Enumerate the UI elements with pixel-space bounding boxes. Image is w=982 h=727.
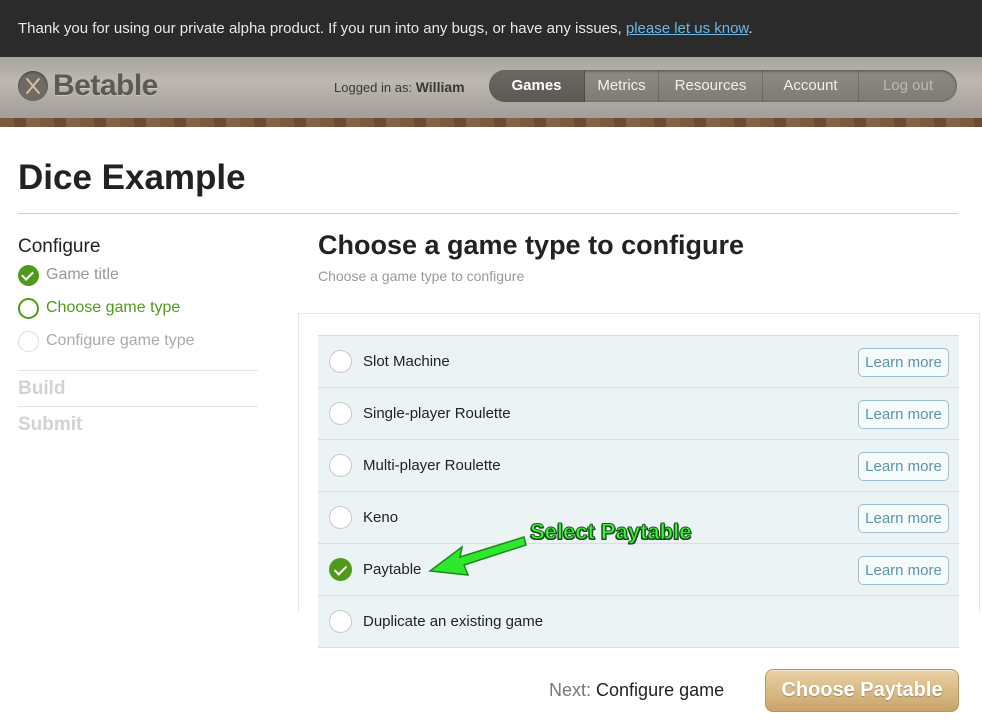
section-subtitle: Choose a game type to configure: [318, 268, 525, 284]
logged-in-label: Logged in as:: [334, 80, 413, 95]
feedback-link[interactable]: please let us know: [626, 20, 749, 37]
sidebar-heading-configure: Configure: [18, 236, 101, 257]
option-label: Duplicate an existing game: [363, 613, 544, 630]
nav-logout[interactable]: Log out: [859, 70, 957, 102]
nav-games[interactable]: Games: [489, 70, 585, 102]
option-duplicate-game[interactable]: Duplicate an existing game: [318, 596, 959, 648]
annotation-text: Select Paytable: [529, 519, 692, 545]
next-label: Next:: [549, 680, 592, 700]
sidebar-build: Build: [18, 378, 66, 399]
empty-circle-icon: [18, 330, 39, 352]
sidebar-submit: Submit: [18, 414, 83, 435]
step-game-title[interactable]: Game title: [18, 264, 119, 286]
radio-button[interactable]: [329, 454, 352, 477]
logo-text: Betable: [53, 69, 158, 102]
radio-checked-icon[interactable]: [329, 558, 352, 581]
main-nav: Games Metrics Resources Account Log out: [489, 70, 957, 102]
option-label: Keno: [363, 509, 399, 526]
radio-button[interactable]: [329, 610, 352, 633]
option-single-player-roulette[interactable]: Single-player Roulette Learn more: [318, 388, 959, 440]
sidebar-divider: [18, 406, 258, 407]
radio-button[interactable]: [329, 506, 352, 529]
section-title: Choose a game type to configure: [318, 230, 745, 260]
step-configure-game-type: Configure game type: [18, 330, 195, 352]
next-value: Configure game: [596, 680, 725, 700]
divider: [18, 213, 958, 214]
learn-more-button[interactable]: Learn more: [858, 400, 949, 429]
page-title: Dice Example: [18, 158, 246, 197]
nav-account[interactable]: Account: [763, 70, 859, 102]
annotation-arrow-icon: [428, 536, 527, 576]
choose-paytable-button[interactable]: Choose Paytable: [765, 669, 959, 712]
step-choose-game-type[interactable]: Choose game type: [18, 297, 180, 319]
site-header: Betable Logged in as: William Games Metr…: [0, 57, 982, 127]
logged-in-status: Logged in as: William: [334, 79, 465, 95]
banner-suffix: .: [748, 20, 753, 37]
step-label: Game title: [46, 266, 119, 283]
radio-button[interactable]: [329, 402, 352, 425]
option-label: Single-player Roulette: [363, 405, 511, 422]
option-paytable[interactable]: Paytable Learn more: [318, 544, 959, 596]
game-type-list: Slot Machine Learn more Single-player Ro…: [318, 335, 959, 648]
current-step-circle-icon: [18, 297, 39, 319]
logo[interactable]: Betable: [18, 69, 158, 103]
learn-more-button[interactable]: Learn more: [858, 556, 949, 585]
step-label: Choose game type: [46, 299, 181, 316]
logo-icon: [18, 71, 48, 101]
step-label: Configure game type: [46, 332, 195, 349]
checkmark-icon: [18, 264, 39, 286]
learn-more-button[interactable]: Learn more: [858, 452, 949, 481]
learn-more-button[interactable]: Learn more: [858, 504, 949, 533]
username: William: [415, 79, 465, 95]
radio-button[interactable]: [329, 350, 352, 373]
alpha-banner: Thank you for using our private alpha pr…: [0, 0, 982, 57]
nav-metrics[interactable]: Metrics: [585, 70, 659, 102]
next-step: Next: Configure game: [549, 680, 724, 701]
sidebar-divider: [18, 370, 258, 371]
learn-more-button[interactable]: Learn more: [858, 348, 949, 377]
option-label: Multi-player Roulette: [363, 457, 501, 474]
option-label: Paytable: [363, 561, 422, 578]
banner-text: Thank you for using our private alpha pr…: [18, 20, 626, 37]
option-slot-machine[interactable]: Slot Machine Learn more: [318, 336, 959, 388]
option-label: Slot Machine: [363, 353, 450, 370]
option-multi-player-roulette[interactable]: Multi-player Roulette Learn more: [318, 440, 959, 492]
nav-resources[interactable]: Resources: [659, 70, 763, 102]
